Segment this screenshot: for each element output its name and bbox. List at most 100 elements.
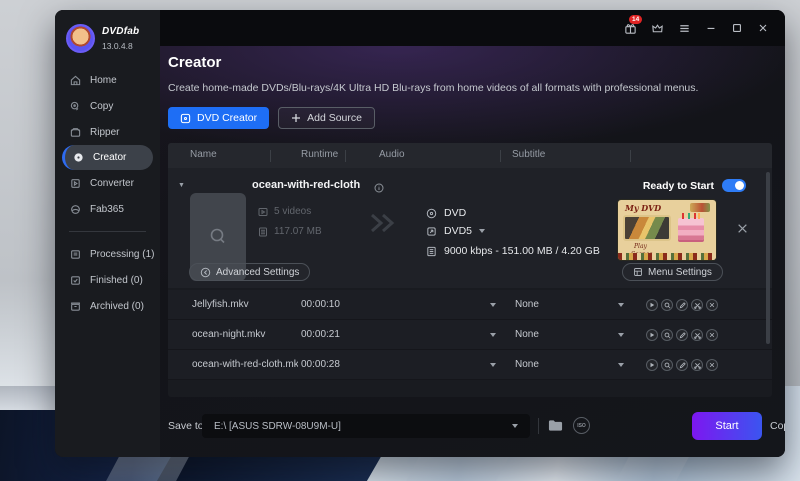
delete-icon[interactable] (706, 359, 718, 371)
size-icon (258, 227, 268, 237)
notification-badge: 14 (629, 15, 642, 24)
menu-settings-label: Menu Settings (648, 267, 712, 278)
converter-icon (70, 178, 81, 189)
copy-icon (70, 101, 81, 112)
subtitle-value: None (515, 299, 539, 310)
preview-icon[interactable] (661, 329, 673, 341)
chevron-down-icon (479, 229, 485, 233)
edit-icon[interactable] (676, 299, 688, 311)
scissors-icon[interactable] (691, 359, 703, 371)
subtitle-select-caret[interactable] (618, 363, 624, 367)
crown-icon[interactable] (651, 22, 664, 35)
sidebar-item-label: Home (90, 75, 117, 86)
sidebar-item-label: Converter (90, 178, 134, 189)
sidebar-item-label: Ripper (90, 127, 119, 138)
edit-icon[interactable] (676, 359, 688, 371)
dvd-creator-mode-button[interactable]: DVD Creator (168, 107, 269, 129)
menu-photo-collage (623, 215, 671, 241)
sidebar-item-processing[interactable]: Processing (1) (55, 241, 160, 267)
project-size: 117.07 MB (274, 226, 322, 237)
subtitle-select-caret[interactable] (618, 333, 624, 337)
folder-icon[interactable] (548, 419, 563, 437)
fab365-icon (70, 204, 81, 215)
scissors-icon[interactable] (691, 299, 703, 311)
sidebar-item-home[interactable]: Home (55, 67, 160, 93)
sidebar-item-fab365[interactable]: Fab365 (55, 196, 160, 222)
bitrate-value: 9000 kbps - 151.00 MB / 4.20 GB (444, 245, 600, 257)
advanced-settings-button[interactable]: Advanced Settings (189, 263, 310, 281)
home-icon (70, 75, 81, 86)
play-icon[interactable] (646, 329, 658, 341)
ready-toggle[interactable] (722, 179, 746, 192)
maximize-icon[interactable] (731, 22, 743, 34)
sidebar-item-finished[interactable]: Finished (0) (55, 267, 160, 293)
play-icon[interactable] (646, 359, 658, 371)
column-audio[interactable]: Audio (379, 149, 405, 160)
column-runtime[interactable]: Runtime (301, 149, 338, 160)
project-title: ocean-with-red-cloth (252, 179, 360, 191)
finished-icon (70, 275, 81, 286)
save-to-label: Save to: (168, 420, 207, 432)
audio-select-caret[interactable] (490, 333, 496, 337)
video-count-icon (258, 207, 268, 217)
arrow-right-icon (368, 212, 398, 239)
sidebar-item-label: Creator (93, 152, 126, 163)
menu-preview[interactable]: My DVD Play Scenes (617, 199, 717, 261)
audio-select-caret[interactable] (490, 303, 496, 307)
add-source-label: Add Source (307, 112, 362, 124)
video-row[interactable]: Jellyfish.mkv 00:00:10 None (168, 290, 772, 320)
video-row[interactable]: ocean-with-red-cloth.mkv 00:00:28 None (168, 350, 772, 380)
sidebar: DVDfab 13.0.4.8 Home Copy Ripper Creator… (55, 10, 160, 457)
menu-stripe (618, 253, 716, 260)
disc-size-value: DVD5 (444, 225, 472, 237)
copies-label: Copies: (770, 420, 785, 432)
advanced-settings-icon (200, 267, 211, 278)
delete-icon[interactable] (706, 329, 718, 341)
status-text: Ready to Start (643, 180, 714, 192)
source-table: Name Runtime Audio Subtitle ▼ ocean-with… (168, 143, 772, 397)
menu-settings-button[interactable]: Menu Settings (622, 263, 723, 281)
preview-icon[interactable] (661, 299, 673, 311)
audio-select-caret[interactable] (490, 363, 496, 367)
destination-value: E:\ [ASUS SDRW-08U9M-U] (214, 421, 341, 432)
info-icon[interactable] (374, 180, 384, 198)
destination-select[interactable]: E:\ [ASUS SDRW-08U9M-U] (202, 414, 530, 438)
disc-size-select[interactable]: DVD5 (426, 225, 485, 237)
add-source-button[interactable]: Add Source (278, 107, 375, 129)
sidebar-item-creator[interactable]: Creator (62, 145, 153, 170)
creator-page: Creator Create home-made DVDs/Blu-rays/4… (160, 46, 785, 457)
advanced-settings-label: Advanced Settings (216, 267, 299, 278)
sidebar-item-archived[interactable]: Archived (0) (55, 293, 160, 319)
dvd-creator-label: DVD Creator (197, 112, 257, 124)
scrollbar-thumb[interactable] (766, 172, 770, 344)
creator-icon (73, 152, 84, 163)
scissors-icon[interactable] (691, 329, 703, 341)
bitrate-icon (426, 246, 437, 257)
processing-icon (70, 249, 81, 260)
gift-icon[interactable]: 14 (624, 22, 637, 35)
column-subtitle[interactable]: Subtitle (512, 149, 545, 160)
collapse-expander-icon[interactable]: ▼ (178, 182, 185, 189)
sidebar-item-label: Copy (90, 101, 113, 112)
sidebar-item-converter[interactable]: Converter (55, 170, 160, 196)
preview-icon[interactable] (661, 359, 673, 371)
edit-icon[interactable] (676, 329, 688, 341)
play-icon[interactable] (646, 299, 658, 311)
app-logo[interactable]: DVDfab 13.0.4.8 (55, 24, 160, 53)
sidebar-item-ripper[interactable]: Ripper (55, 119, 160, 145)
page-title: Creator (168, 54, 221, 71)
iso-icon[interactable]: ISO (573, 417, 590, 434)
delete-icon[interactable] (706, 299, 718, 311)
column-name[interactable]: Name (190, 149, 217, 160)
remove-project-icon[interactable] (737, 221, 748, 239)
menu-icon[interactable] (678, 22, 691, 35)
sidebar-item-copy[interactable]: Copy (55, 93, 160, 119)
close-icon[interactable] (757, 22, 769, 34)
start-button[interactable]: Start (692, 412, 762, 440)
minimize-icon[interactable] (705, 22, 717, 34)
wallpaper-glow (0, 280, 55, 410)
video-row[interactable]: ocean-night.mkv 00:00:21 None (168, 320, 772, 350)
footer-divider (538, 418, 539, 434)
dvd-target-icon (426, 208, 437, 219)
subtitle-select-caret[interactable] (618, 303, 624, 307)
